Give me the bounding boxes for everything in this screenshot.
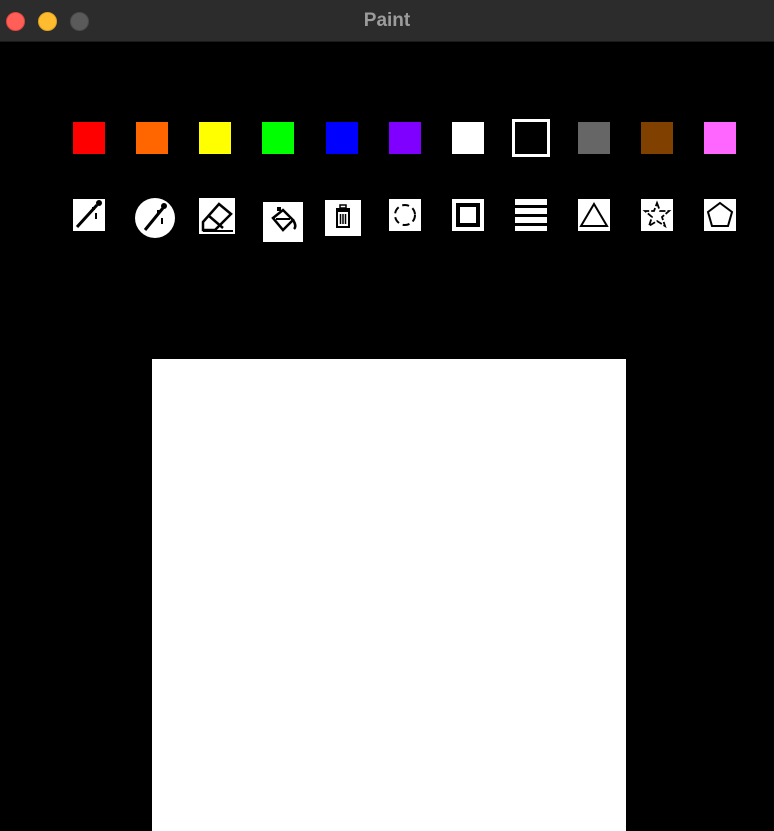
title-bar: Paint xyxy=(0,0,774,42)
color-swatch-white[interactable] xyxy=(452,122,484,154)
trash-icon xyxy=(336,204,350,228)
color-swatch-red[interactable] xyxy=(73,122,105,154)
line-thickness-icon xyxy=(515,205,547,226)
color-swatch-green[interactable] xyxy=(262,122,294,154)
color-palette xyxy=(73,119,737,157)
brush-tool-button[interactable] xyxy=(135,198,175,238)
triangle-icon xyxy=(579,202,609,227)
circle-icon xyxy=(394,204,416,226)
color-swatch-gray[interactable] xyxy=(578,122,610,154)
star-icon xyxy=(642,200,672,229)
paint-bucket-icon xyxy=(271,207,297,232)
star-tool-button[interactable] xyxy=(641,199,673,231)
window-title: Paint xyxy=(363,10,411,31)
pen-tool-button[interactable] xyxy=(73,199,105,231)
color-swatch-blue[interactable] xyxy=(326,122,358,154)
paint-bucket-tool-button[interactable] xyxy=(263,202,303,242)
eraser-tool-button[interactable] xyxy=(199,198,235,234)
triangle-tool-button[interactable] xyxy=(578,199,610,231)
square-icon xyxy=(456,203,480,227)
drawing-canvas[interactable] xyxy=(152,359,626,831)
rectangle-tool-button[interactable] xyxy=(452,199,484,231)
brush-icon xyxy=(143,203,167,231)
color-swatch-yellow[interactable] xyxy=(199,122,231,154)
paint-content xyxy=(0,42,774,831)
pentagon-tool-button[interactable] xyxy=(704,199,736,231)
clear-canvas-button[interactable] xyxy=(325,200,361,236)
pentagon-icon xyxy=(706,201,734,227)
eraser-icon xyxy=(201,202,233,232)
circle-tool-button[interactable] xyxy=(389,199,421,231)
color-swatch-brown[interactable] xyxy=(641,122,673,154)
color-swatch-orange[interactable] xyxy=(136,122,168,154)
color-swatch-black[interactable] xyxy=(512,119,550,157)
pen-icon xyxy=(75,200,102,229)
tool-bar xyxy=(73,198,737,242)
color-swatch-purple[interactable] xyxy=(389,122,421,154)
color-swatch-pink[interactable] xyxy=(704,122,736,154)
paint-window: Paint xyxy=(0,0,774,831)
line-tool-button[interactable] xyxy=(515,199,547,231)
